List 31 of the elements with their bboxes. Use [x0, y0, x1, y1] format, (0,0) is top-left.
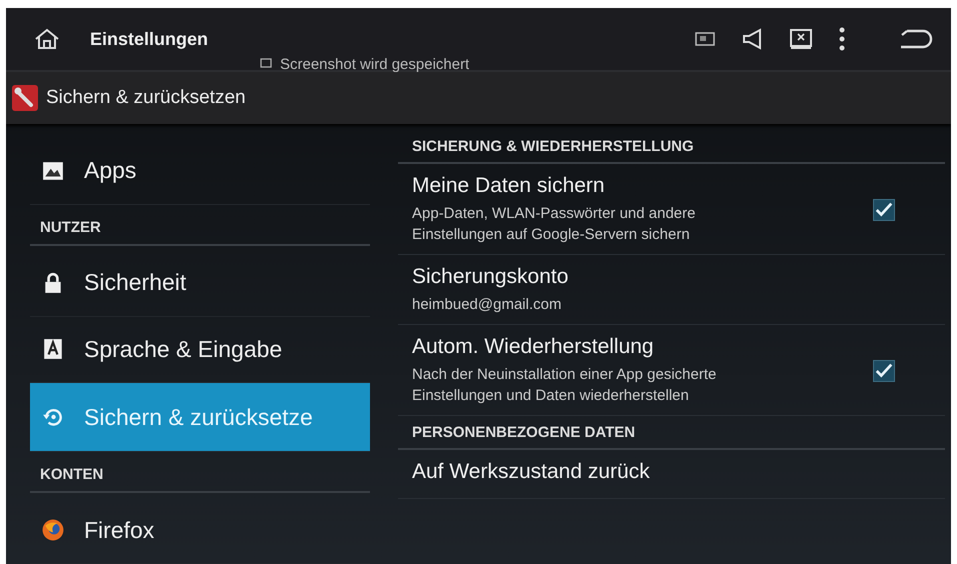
setting-summary: App-Daten, WLAN-Passwörter und andere Einstellungen auf Google-Servern sichern — [412, 204, 696, 245]
close-window-icon[interactable] — [789, 28, 813, 50]
page-title: Sichern & zurücksetzen — [46, 87, 246, 109]
language-icon — [42, 338, 64, 360]
restore-icon — [42, 406, 64, 428]
home-icon[interactable] — [34, 28, 60, 50]
setting-summary: heimbued@gmail.com — [412, 295, 562, 315]
speaker-icon[interactable] — [741, 28, 763, 50]
section-header: NUTZER — [30, 204, 370, 246]
notification-text: Screenshot wird gespeichert — [280, 55, 470, 72]
globe-fox-icon — [42, 519, 64, 542]
setting-title[interactable]: Meine Daten sichern — [412, 174, 873, 198]
sidebar-item[interactable]: Sicherheit — [30, 250, 370, 317]
image-icon — [260, 58, 272, 68]
checkbox[interactable] — [873, 360, 895, 382]
wrench-icon — [12, 85, 38, 111]
back-icon[interactable] — [899, 29, 933, 49]
section-header: KONTEN — [30, 452, 370, 494]
sidebar-item[interactable]: Apps — [30, 138, 370, 205]
menu-icon[interactable] — [839, 27, 845, 51]
screenshot-icon[interactable] — [695, 32, 715, 46]
checkbox[interactable] — [873, 198, 895, 220]
app-title: Einstellungen — [90, 28, 208, 50]
section-header: PERSONENBEZOGENE DATEN — [398, 416, 945, 450]
setting-title[interactable]: Sicherungskonto — [412, 265, 895, 289]
setting-summary: Nach der Neuinstallation einer App gesicherte Einstellungen und Daten wiederherstellen — [412, 365, 718, 406]
section-header: SICHERUNG & WIEDERHERSTELLUNG — [398, 130, 945, 164]
setting-title[interactable]: Autom. Wiederherstellung — [412, 335, 873, 359]
setting-title[interactable]: Auf Werkszustand zurück — [412, 460, 895, 484]
apps-icon — [42, 160, 64, 182]
sidebar-item[interactable]: Firefox — [30, 497, 370, 564]
